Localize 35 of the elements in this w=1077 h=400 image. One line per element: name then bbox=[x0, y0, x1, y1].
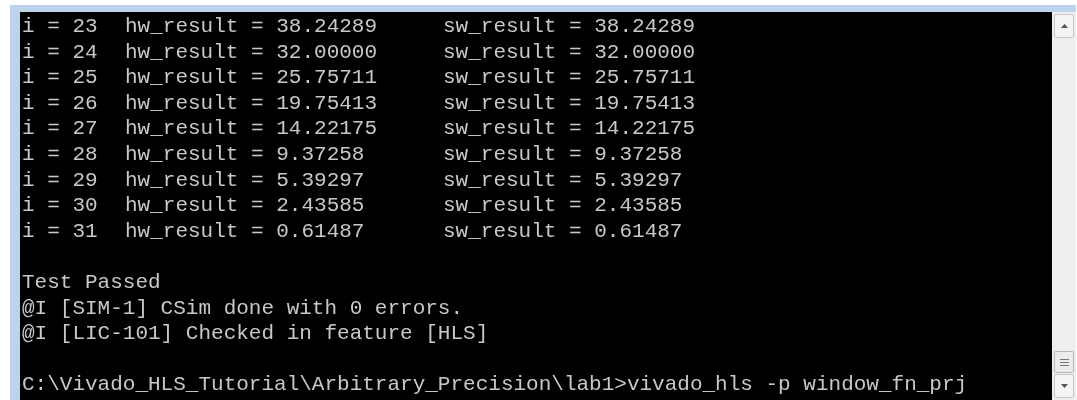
console-text: @I [SIM-1] CSim done with 0 errors. bbox=[22, 295, 464, 322]
console-text: Test Passed bbox=[22, 269, 161, 296]
console-text: hw_result = 0.61487 bbox=[125, 218, 366, 245]
console-text: sw_result = 14.22175 bbox=[443, 116, 696, 142]
console-text: i = 29 bbox=[22, 167, 99, 194]
console-text: hw_result = 14.22175 bbox=[125, 116, 379, 142]
scroll-down-icon[interactable] bbox=[1054, 374, 1074, 398]
scrollbar[interactable] bbox=[1052, 12, 1076, 400]
console-text: hw_result = 32.00000 bbox=[125, 39, 379, 66]
console-text: i = 30 bbox=[22, 193, 99, 219]
console-text: sw_result = 38.24289 bbox=[443, 14, 696, 40]
console-text: i = 25 bbox=[22, 65, 99, 91]
scroll-thumb[interactable] bbox=[1054, 351, 1074, 373]
console-text: hw_result = 5.39297 bbox=[125, 167, 366, 194]
console-text: i = 23 bbox=[22, 14, 99, 40]
console-text: sw_result = 32.00000 bbox=[443, 39, 696, 66]
console-text: hw_result = 2.43585 bbox=[125, 193, 366, 219]
console-text: i = 28 bbox=[22, 141, 99, 168]
command-prompt: C:\Vivado_HLS_Tutorial\Arbitrary_Precision\lab1>vivado_hls -p window_fn_prj bbox=[22, 372, 968, 398]
console-text: i = 31 bbox=[22, 218, 99, 245]
console-text: sw_result = 9.37258 bbox=[443, 141, 683, 168]
console-text: i = 24 bbox=[22, 39, 99, 66]
console-text: hw_result = 38.24289 bbox=[125, 14, 379, 40]
console-text: hw_result = 25.75711 bbox=[125, 65, 379, 91]
console-text: sw_result = 5.39297 bbox=[443, 167, 683, 194]
console-text: sw_result = 19.75413 bbox=[443, 90, 696, 117]
console-text: i = 26 bbox=[22, 90, 99, 117]
console-text: sw_result = 0.61487 bbox=[443, 218, 683, 245]
console-text: @I [LIC-101] Checked in feature [HLS] bbox=[22, 321, 489, 347]
console-text: sw_result = 25.75711 bbox=[443, 65, 696, 91]
scroll-up-icon[interactable] bbox=[1054, 14, 1074, 38]
console-text: sw_result = 2.43585 bbox=[443, 193, 683, 219]
console-text: i = 27 bbox=[22, 116, 99, 142]
console-text: hw_result = 9.37258 bbox=[125, 141, 366, 168]
console-text: hw_result = 19.75413 bbox=[125, 90, 379, 117]
